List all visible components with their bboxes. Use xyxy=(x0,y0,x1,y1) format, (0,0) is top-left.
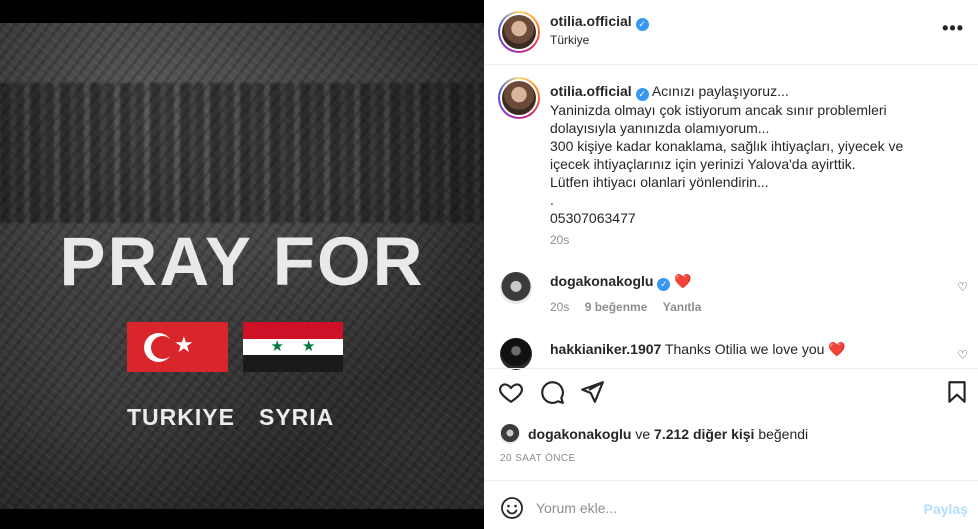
verified-badge-icon: ✓ xyxy=(635,88,649,101)
crowd-silhouettes xyxy=(0,83,484,223)
caption-line: 300 kişiye kadar konaklama, sağlık ihtiy… xyxy=(550,138,904,154)
caption-line: Lütfen ihtiyacı olanlari yönlendirin... xyxy=(550,174,769,190)
banner-text: PRAY FOR xyxy=(59,223,425,300)
comment-username[interactable]: hakkianiker.1907 xyxy=(550,341,661,357)
post-comment-button[interactable]: Paylaş xyxy=(924,501,968,517)
turkiye-label: TURKIYE xyxy=(127,404,235,430)
bookmark-icon[interactable] xyxy=(944,379,970,405)
comment-time[interactable]: 20s xyxy=(550,300,569,314)
comment-like-heart-icon[interactable]: ♡ xyxy=(957,280,968,294)
caption-time[interactable]: 20s xyxy=(550,233,569,247)
post-location[interactable]: Türkiye xyxy=(550,33,589,47)
caption-line: . xyxy=(550,192,554,208)
author-username[interactable]: otilia.official ✓ xyxy=(550,13,649,31)
comment-text: hakkianiker.1907 Thanks Otilia we love y… xyxy=(550,341,846,358)
heart-icon[interactable] xyxy=(498,379,524,405)
comment-input[interactable] xyxy=(536,493,906,523)
emoji-icon[interactable] xyxy=(500,496,524,520)
caption-line: dolayısıyla yanınızda olamıyorum... xyxy=(550,120,770,136)
caption-username[interactable]: otilia.official xyxy=(550,83,632,99)
caption-line: Yaninizda olmayı çok istiyorum ancak sın… xyxy=(550,102,887,118)
verified-badge-icon: ✓ xyxy=(635,18,649,31)
comment-meta: 20s 9 beğenme Yanıtla xyxy=(550,300,713,314)
share-icon[interactable] xyxy=(579,379,605,405)
caption-line: Acınızı paylaşıyoruz... xyxy=(651,83,789,99)
post-age[interactable]: 20 SAAT ÖNCE xyxy=(500,453,576,464)
post-image[interactable]: PRAY FOR ★ ★★ TURKIYE SYRIA xyxy=(0,23,484,509)
comment-body: ❤️ xyxy=(674,273,692,289)
comment-like-heart-icon[interactable]: ♡ xyxy=(957,348,968,362)
commenter-avatar[interactable] xyxy=(500,338,532,370)
liker-avatar[interactable] xyxy=(500,424,520,444)
add-comment-bar: Paylaş xyxy=(484,480,978,529)
commenter-avatar[interactable] xyxy=(500,272,532,304)
comment-body: Thanks Otilia we love you ❤️ xyxy=(664,341,846,357)
action-bar xyxy=(484,368,978,414)
author-avatar[interactable] xyxy=(498,11,540,53)
comment-likes[interactable]: 9 beğenme xyxy=(585,300,648,314)
comment-username[interactable]: dogakonakoglu xyxy=(550,273,653,289)
liker-username[interactable]: dogakonakoglu xyxy=(528,426,631,442)
post-header: otilia.official ✓ Türkiye ••• xyxy=(484,0,978,65)
others-likes-link[interactable]: 7.212 diğer kişi xyxy=(654,426,754,442)
more-horizontal-icon[interactable]: ••• xyxy=(942,18,964,39)
post-media: PRAY FOR ★ ★★ TURKIYE SYRIA xyxy=(0,0,484,529)
post-details-panel: otilia.official ✓ Türkiye ••• otilia.offi… xyxy=(484,0,978,529)
likes-summary: dogakonakoglu ve 7.212 diğer kişi beğend… xyxy=(500,424,808,444)
turkey-flag: ★ xyxy=(127,322,228,372)
syria-flag: ★★ xyxy=(243,322,343,372)
caption-author-avatar[interactable] xyxy=(498,77,540,119)
comment-text: dogakonakoglu ✓ ❤️ xyxy=(550,273,692,291)
syria-label: SYRIA xyxy=(259,404,335,430)
post-caption: otilia.official ✓ Acınızı paylaşıyoruz...… xyxy=(550,82,950,227)
verified-badge-icon: ✓ xyxy=(657,278,671,291)
caption-phone: 05307063477 xyxy=(550,210,636,226)
comment-icon[interactable] xyxy=(539,379,565,405)
caption-line: içecek ihtiyaçlarınız için yerinizi Yalo… xyxy=(550,156,856,172)
reply-button[interactable]: Yanıtla xyxy=(663,300,702,314)
